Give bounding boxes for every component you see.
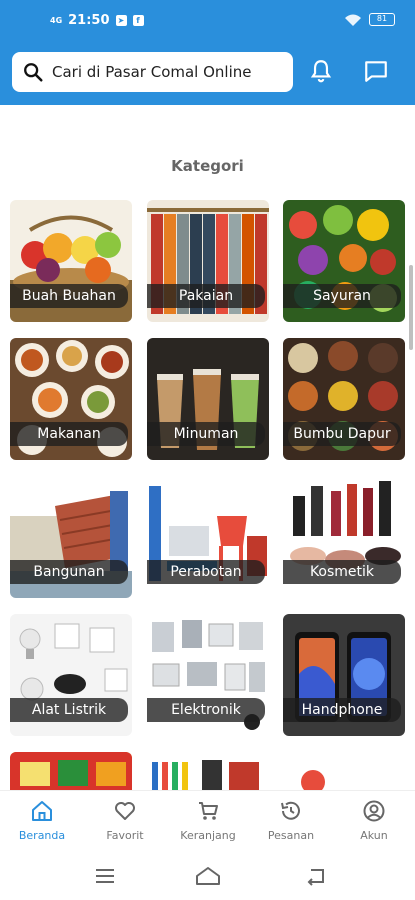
category-label: Bangunan bbox=[10, 560, 128, 584]
category-tile-perabotan[interactable]: Perabotan bbox=[147, 476, 269, 598]
scrollbar-thumb[interactable] bbox=[409, 265, 413, 350]
search-input[interactable] bbox=[52, 63, 282, 81]
section-title: Kategori bbox=[171, 157, 244, 175]
toys-image bbox=[283, 752, 405, 790]
menu-icon[interactable] bbox=[94, 866, 116, 886]
nav-label: Keranjang bbox=[180, 829, 236, 842]
category-tile-makanan[interactable]: Makanan bbox=[10, 338, 132, 460]
app-header bbox=[0, 40, 415, 105]
category-tile-handphone[interactable]: Handphone bbox=[283, 614, 405, 736]
category-tile-pakaian[interactable]: Pakaian bbox=[147, 200, 269, 322]
category-tile-sayuran[interactable]: Sayuran bbox=[283, 200, 405, 322]
nav-label: Beranda bbox=[18, 829, 66, 842]
chat-icon[interactable] bbox=[363, 58, 389, 84]
history-icon bbox=[281, 801, 300, 820]
category-label: Buah Buahan bbox=[10, 284, 128, 308]
category-label: Bumbu Dapur bbox=[283, 422, 401, 446]
category-tile-partial-1[interactable] bbox=[10, 752, 132, 790]
telegram-icon: ➤ bbox=[115, 15, 127, 26]
cart-icon bbox=[199, 802, 218, 820]
category-tile-minuman[interactable]: Minuman bbox=[147, 338, 269, 460]
category-label: Kosmetik bbox=[283, 560, 401, 584]
back-icon[interactable] bbox=[305, 866, 327, 886]
facebook-icon: f bbox=[132, 15, 144, 26]
nav-label: Pesanan bbox=[267, 829, 315, 842]
search-icon bbox=[24, 63, 43, 82]
category-label: Minuman bbox=[147, 422, 265, 446]
category-tile-kosmetik[interactable]: Kosmetik bbox=[283, 476, 405, 598]
system-navigation-bar bbox=[0, 852, 415, 900]
search-bar[interactable] bbox=[12, 52, 293, 92]
snacks-image bbox=[10, 752, 132, 790]
home-button-icon[interactable] bbox=[195, 866, 221, 886]
nav-pesanan[interactable]: Pesanan bbox=[251, 799, 331, 842]
notification-bell-icon[interactable] bbox=[308, 58, 334, 84]
wifi-icon bbox=[345, 14, 361, 26]
category-label: Alat Listrik bbox=[10, 698, 128, 722]
category-tile-bumbu-dapur[interactable]: Bumbu Dapur bbox=[283, 338, 405, 460]
status-left: 4G 21:50 ➤ f bbox=[50, 13, 144, 28]
category-label: Perabotan bbox=[147, 560, 265, 584]
category-tile-elektronik[interactable]: Elektronik bbox=[147, 614, 269, 736]
nav-label: Favorit bbox=[106, 829, 144, 842]
nav-keranjang[interactable]: Keranjang bbox=[168, 799, 248, 842]
heart-icon bbox=[115, 802, 135, 820]
category-tile-bangunan[interactable]: Bangunan bbox=[10, 476, 132, 598]
stationery-image bbox=[147, 752, 269, 790]
category-label: Pakaian bbox=[147, 284, 265, 308]
nav-akun[interactable]: Akun bbox=[334, 799, 414, 842]
category-tile-partial-3[interactable] bbox=[283, 752, 405, 790]
status-bar: 4G 21:50 ➤ f 81 bbox=[0, 0, 415, 40]
account-icon bbox=[363, 800, 385, 822]
category-label: Elektronik bbox=[147, 698, 265, 722]
category-tile-buah-buahan[interactable]: Buah Buahan bbox=[10, 200, 132, 322]
category-label: Sayuran bbox=[283, 284, 401, 308]
status-right: 81 bbox=[345, 13, 395, 26]
home-icon bbox=[32, 801, 52, 821]
signal-indicator: 4G bbox=[50, 16, 63, 25]
nav-favorit[interactable]: Favorit bbox=[85, 799, 165, 842]
bottom-navigation: Beranda Favorit Keranjang Pesanan Akun bbox=[0, 790, 415, 852]
category-tile-partial-2[interactable] bbox=[147, 752, 269, 790]
category-tile-alat-listrik[interactable]: Alat Listrik bbox=[10, 614, 132, 736]
nav-label: Akun bbox=[360, 829, 388, 842]
battery-indicator: 81 bbox=[369, 13, 395, 26]
category-label: Makanan bbox=[10, 422, 128, 446]
category-label: Handphone bbox=[283, 698, 401, 722]
status-time: 21:50 bbox=[68, 13, 110, 28]
home-content[interactable]: Kategori Buah Buahan Pakaian Sayuran Mak… bbox=[0, 105, 415, 790]
nav-beranda[interactable]: Beranda bbox=[2, 799, 82, 842]
